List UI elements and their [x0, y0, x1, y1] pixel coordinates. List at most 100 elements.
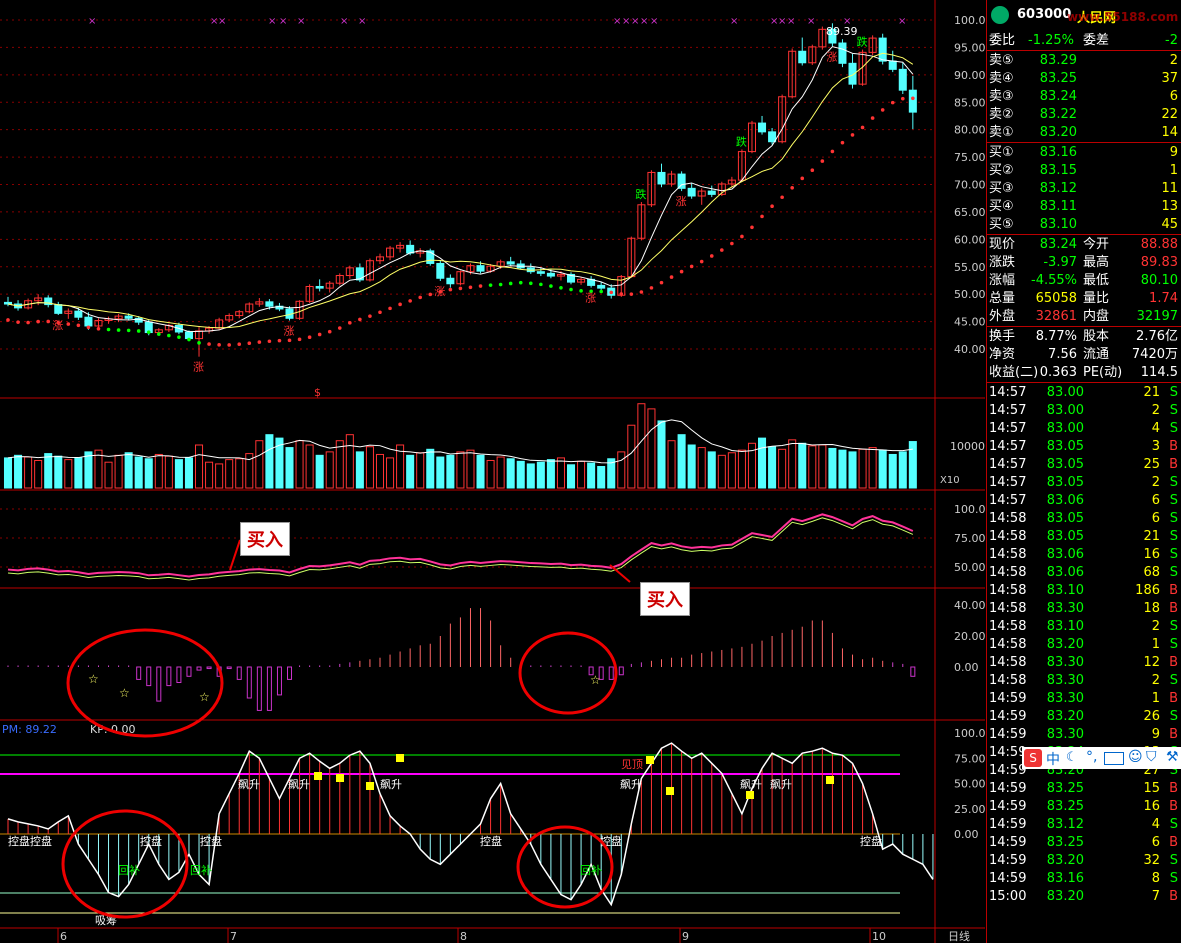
price-tick: 85.00: [954, 96, 985, 109]
tick-row[interactable]: 14:59 83.20 26 S: [987, 708, 1181, 726]
info-row[interactable]: 收益(二) 0.363 PE(动) 114.5: [987, 364, 1181, 382]
bid-row[interactable]: 买② 83.15 1: [987, 162, 1181, 180]
indicator-panel-1[interactable]: [7, 513, 914, 581]
ind2-bar: [156, 666, 162, 702]
volume-bar: [34, 459, 43, 489]
kline-chart-area[interactable]: 涨涨涨涨涨涨涨跌跌跌$× × × × × × × × × × × × × × × × × × × × ☆☆ ☆☆ 控盘控…: [0, 0, 985, 943]
candle-body: [315, 285, 324, 289]
candle-body: [265, 301, 274, 307]
ask-row[interactable]: 卖② 83.22 22: [987, 106, 1181, 124]
weibi-row[interactable]: 委比 -1.25% 委差 -2: [987, 32, 1181, 50]
volume-ma-line: [7, 419, 913, 464]
quote-cell: 68: [1143, 565, 1160, 580]
tick-row[interactable]: 14:59 83.25 15 B: [987, 780, 1181, 798]
tick-row[interactable]: 14:57 83.00 4 S: [987, 420, 1181, 438]
tick-row[interactable]: 14:58 83.05 6 S: [987, 510, 1181, 528]
quote-cell: 83.16: [1046, 871, 1084, 886]
stat-row[interactable]: 涨幅 -4.55% 最低 80.10: [987, 272, 1181, 290]
moon-icon[interactable]: ☾: [1066, 750, 1078, 765]
volume-bar: [305, 444, 314, 489]
tick-row[interactable]: 14:59 83.25 6 B: [987, 834, 1181, 852]
volume-bar: [677, 434, 686, 489]
candle-body: [506, 261, 515, 265]
bid-row[interactable]: 买③ 83.12 11: [987, 180, 1181, 198]
ask-row[interactable]: 卖③ 83.24 6: [987, 88, 1181, 106]
quote-cell: 83.10: [1046, 583, 1084, 598]
candle-body: [657, 171, 666, 185]
quote-cell: 83.20: [1046, 709, 1084, 724]
stat-row[interactable]: 总量 65058 量比 1.74: [987, 290, 1181, 308]
keyboard-icon[interactable]: [1104, 752, 1124, 765]
quote-cell: 83.06: [1046, 547, 1084, 562]
quote-cell: 14:58: [989, 529, 1027, 544]
tick-row[interactable]: 14:57 83.00 2 S: [987, 402, 1181, 420]
stat-row[interactable]: 外盘 32861 内盘 32197: [987, 308, 1181, 326]
tick-row[interactable]: 14:58 83.06 68 S: [987, 564, 1181, 582]
volume-bar: [717, 454, 726, 489]
volume-bar: [556, 457, 565, 489]
tick-row[interactable]: 14:59 83.16 8 S: [987, 870, 1181, 888]
quote-cell: 14:59: [989, 781, 1027, 796]
quote-cell: 14:59: [989, 691, 1027, 706]
tick-row[interactable]: 14:58 83.05 21 S: [987, 528, 1181, 546]
tick-row[interactable]: 14:59 83.30 9 B: [987, 726, 1181, 744]
dollar-marker: $: [314, 386, 321, 399]
chinese-mode-icon[interactable]: 中: [1046, 749, 1060, 769]
volume-panel[interactable]: [3, 403, 917, 489]
sar-dot: [126, 328, 131, 333]
ask-row[interactable]: 卖① 83.20 14: [987, 124, 1181, 142]
stock-header: 603000 人民网 www.55188.com: [987, 0, 1181, 30]
tick-row[interactable]: 14:59 83.25 16 B: [987, 798, 1181, 816]
tick-row[interactable]: 14:58 83.30 2 S: [987, 672, 1181, 690]
stat-row[interactable]: 涨跌 -3.97 最高 89.83: [987, 254, 1181, 272]
bid-row[interactable]: 买⑤ 83.10 45: [987, 216, 1181, 234]
tick-row[interactable]: 14:57 83.05 3 B: [987, 438, 1181, 456]
indicator-panel-2[interactable]: ☆ ☆ ☆ ☆: [7, 608, 916, 711]
user-icon[interactable]: ☺: [1128, 749, 1143, 765]
quote-cell: 2: [1151, 403, 1160, 418]
tick-row[interactable]: 14:58 83.10 186 B: [987, 582, 1181, 600]
bid-row[interactable]: 买④ 83.11 13: [987, 198, 1181, 216]
quote-cell: 83.20: [1046, 889, 1084, 904]
tick-row[interactable]: 14:57 83.05 25 B: [987, 456, 1181, 474]
tick-row[interactable]: 14:57 83.06 6 S: [987, 492, 1181, 510]
quote-cell: 3: [1151, 439, 1160, 454]
bid-row[interactable]: 买① 83.16 9: [987, 144, 1181, 162]
tick-row[interactable]: 14:58 83.30 12 B: [987, 654, 1181, 672]
tick-row[interactable]: 14:58 83.10 2 S: [987, 618, 1181, 636]
tick-row[interactable]: 14:57 83.05 2 S: [987, 474, 1181, 492]
stat-row[interactable]: 现价 83.24 今开 88.88: [987, 236, 1181, 254]
ask-row[interactable]: 卖⑤ 83.29 2: [987, 52, 1181, 70]
sar-dot: [599, 289, 603, 294]
sar-dot: [26, 320, 30, 325]
wrench-icon[interactable]: ⚒: [1166, 749, 1179, 765]
ime-toolbar[interactable]: S 中 ☾ °, ☺ ⛉ ⚒: [1022, 747, 1181, 769]
quote-cell: 16: [1143, 799, 1160, 814]
volume-bar: [737, 449, 746, 489]
ind1-tick: 75.00: [954, 532, 985, 545]
comma-icon[interactable]: °,: [1086, 749, 1097, 765]
tick-row[interactable]: 14:58 83.30 18 B: [987, 600, 1181, 618]
info-row[interactable]: 换手 8.77% 股本 2.76亿: [987, 328, 1181, 346]
sar-dot: [890, 100, 895, 105]
indicator-panel-3[interactable]: 控盘 控盘 控盘 控盘 控盘 控盘 控盘回补 回补 回补飙升 飙升 飙升 飙升 飙升 飙升吸筹见顶: [0, 742, 934, 927]
price-panel[interactable]: 涨涨涨涨涨涨涨跌跌跌$× × × × × × × × × × × × × × × × × × × ×: [3, 16, 917, 399]
sogou-icon[interactable]: S: [1024, 749, 1042, 767]
info-row[interactable]: 净资 7.56 流通 7420万: [987, 346, 1181, 364]
quote-cell: 14:57: [989, 439, 1027, 454]
volume-bar: [637, 403, 646, 489]
tick-row[interactable]: 14:57 83.00 21 S: [987, 384, 1181, 402]
tick-row[interactable]: 14:59 83.12 4 S: [987, 816, 1181, 834]
sar-dot: [730, 241, 734, 246]
tick-row[interactable]: 14:58 83.06 16 S: [987, 546, 1181, 564]
quote-cell: B: [1169, 439, 1178, 454]
shirt-icon[interactable]: ⛉: [1146, 749, 1157, 765]
tick-row[interactable]: 14:59 83.20 32 S: [987, 852, 1181, 870]
tick-row[interactable]: 14:58 83.20 1 S: [987, 636, 1181, 654]
volume-bar: [617, 451, 626, 489]
tick-row[interactable]: 14:59 83.30 1 B: [987, 690, 1181, 708]
period-label: 日线: [948, 929, 970, 943]
tick-row[interactable]: 15:00 83.20 7 B: [987, 888, 1181, 906]
ask-row[interactable]: 卖④ 83.25 37: [987, 70, 1181, 88]
kongpan-label: 控盘: [480, 834, 502, 848]
